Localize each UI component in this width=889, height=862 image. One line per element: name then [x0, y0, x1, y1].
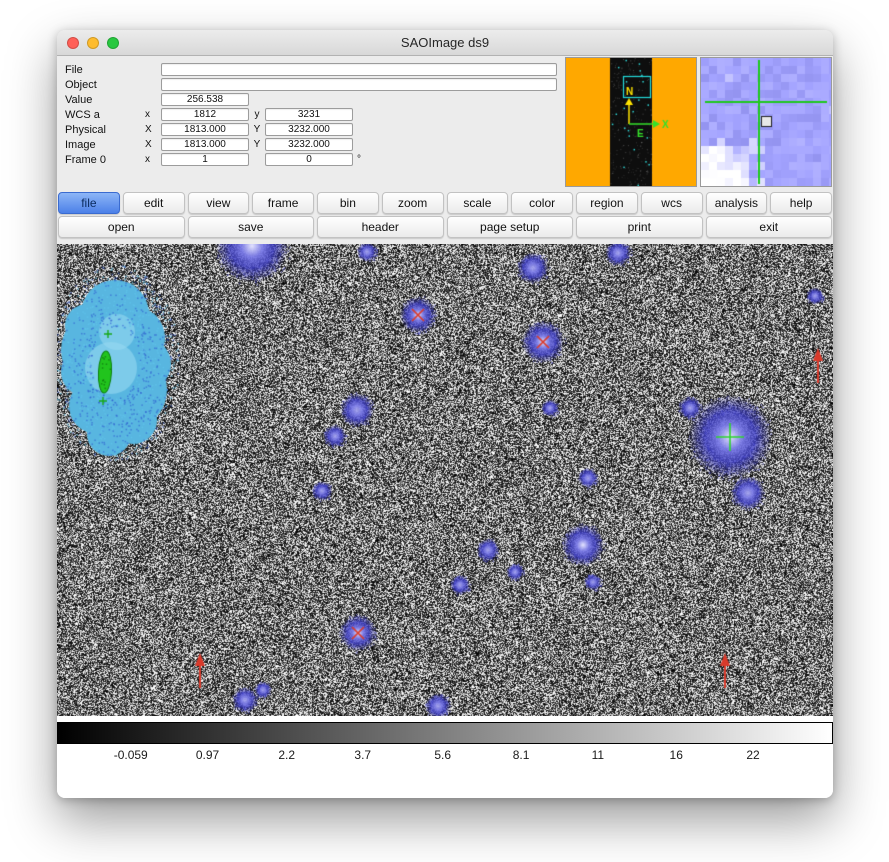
menu-scale[interactable]: scale — [447, 192, 509, 214]
colorbar[interactable] — [57, 722, 833, 744]
info-panel: File Object Value 256.538 WCS a x 1812 y… — [65, 62, 557, 167]
colorbar-tick: 0.97 — [196, 748, 219, 762]
ds9-window: SAOImage ds9 File Object Value 256.538 W… — [57, 30, 833, 798]
colorbar-tick: 3.7 — [354, 748, 371, 762]
physical-y-field[interactable]: 3232.000 — [265, 123, 353, 136]
panner-canvas[interactable] — [565, 57, 697, 187]
colorbar-ticks: -0.059 0.97 2.2 3.7 5.6 8.1 11 16 22 — [57, 748, 833, 766]
object-label: Object — [65, 79, 145, 91]
info-section: File Object Value 256.538 WCS a x 1812 y… — [57, 56, 833, 192]
file-label: File — [65, 64, 145, 76]
colorbar-tick: 16 — [670, 748, 683, 762]
colorbar-tick: 5.6 — [434, 748, 451, 762]
sky-canvas[interactable] — [57, 244, 833, 716]
wcs-x-field[interactable]: 1812 — [161, 108, 249, 121]
object-field[interactable] — [161, 78, 557, 91]
minimize-button[interactable] — [87, 37, 99, 49]
value-label: Value — [65, 94, 145, 106]
menu-bin[interactable]: bin — [317, 192, 379, 214]
wcs-label: WCS a — [65, 109, 145, 121]
menu-zoom[interactable]: zoom — [382, 192, 444, 214]
zoom-times-label: x — [145, 154, 161, 165]
button-header[interactable]: header — [317, 216, 444, 238]
info-row-image: Image X 1813.000 Y 3232.000 — [65, 137, 557, 152]
info-row-file: File — [65, 62, 557, 77]
frame-rotation-field[interactable]: 0 — [265, 153, 353, 166]
wcs-y-field[interactable]: 3231 — [265, 108, 353, 121]
wcs-y-label: y — [249, 109, 265, 120]
menu-frame[interactable]: frame — [252, 192, 314, 214]
magnifier-canvas — [700, 57, 832, 187]
button-save[interactable]: save — [188, 216, 315, 238]
file-toolbar: open save header page setup print exit — [57, 216, 833, 238]
button-exit[interactable]: exit — [706, 216, 833, 238]
menu-region[interactable]: region — [576, 192, 638, 214]
info-row-frame: Frame 0 x 1 0 ° — [65, 152, 557, 167]
frame-zoom-field[interactable]: 1 — [161, 153, 249, 166]
close-button[interactable] — [67, 37, 79, 49]
physical-x-label: X — [145, 124, 161, 135]
button-page-setup[interactable]: page setup — [447, 216, 574, 238]
image-y-label: Y — [249, 139, 265, 150]
colorbar-tick: 2.2 — [278, 748, 295, 762]
menu-view[interactable]: view — [188, 192, 250, 214]
degree-label: ° — [357, 154, 361, 165]
colorbar-tick: -0.059 — [114, 748, 148, 762]
info-row-object: Object — [65, 77, 557, 92]
colorbar-section: -0.059 0.97 2.2 3.7 5.6 8.1 11 16 22 — [57, 716, 833, 798]
image-x-field[interactable]: 1813.000 — [161, 138, 249, 151]
colorbar-tick: 8.1 — [513, 748, 530, 762]
colorbar-tick: 11 — [592, 748, 604, 762]
image-label: Image — [65, 139, 145, 151]
info-row-wcs: WCS a x 1812 y 3231 — [65, 107, 557, 122]
image-x-label: X — [145, 139, 161, 150]
colorbar-tick: 22 — [746, 748, 759, 762]
physical-label: Physical — [65, 124, 145, 136]
info-row-value: Value 256.538 — [65, 92, 557, 107]
menubar: file edit view frame bin zoom scale colo… — [57, 192, 833, 214]
menu-help[interactable]: help — [770, 192, 832, 214]
menu-file[interactable]: file — [58, 192, 120, 214]
image-y-field[interactable]: 3232.000 — [265, 138, 353, 151]
menu-edit[interactable]: edit — [123, 192, 185, 214]
menu-wcs[interactable]: wcs — [641, 192, 703, 214]
button-open[interactable]: open — [58, 216, 185, 238]
frame-label: Frame 0 — [65, 154, 145, 166]
menu-color[interactable]: color — [511, 192, 573, 214]
traffic-lights — [67, 37, 119, 49]
file-field[interactable] — [161, 63, 557, 76]
physical-y-label: Y — [249, 124, 265, 135]
menu-analysis[interactable]: analysis — [706, 192, 768, 214]
wcs-x-label: x — [145, 109, 161, 120]
titlebar[interactable]: SAOImage ds9 — [57, 30, 833, 56]
physical-x-field[interactable]: 1813.000 — [161, 123, 249, 136]
button-print[interactable]: print — [576, 216, 703, 238]
info-row-physical: Physical X 1813.000 Y 3232.000 — [65, 122, 557, 137]
zoom-button[interactable] — [107, 37, 119, 49]
value-field[interactable]: 256.538 — [161, 93, 249, 106]
window-title: SAOImage ds9 — [57, 30, 833, 55]
